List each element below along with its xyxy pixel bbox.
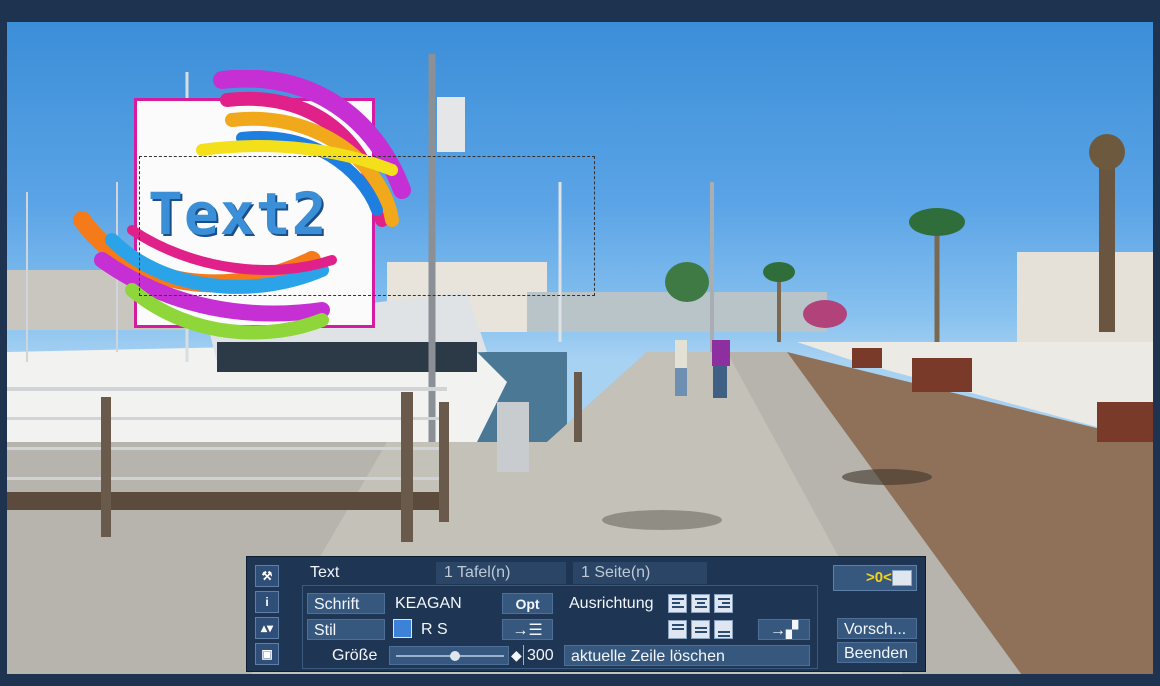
style-value: R S: [421, 621, 448, 638]
options-button[interactable]: Opt: [502, 593, 553, 614]
tab-tafeln[interactable]: 1 Tafel(n): [436, 562, 566, 584]
style-button[interactable]: Stil: [307, 619, 385, 640]
size-label: Größe: [332, 647, 378, 664]
side-toolbar: ⚒ i ▴▾ ▣: [255, 565, 279, 669]
left-frame-bar: [0, 0, 7, 686]
keyboard-button[interactable]: >0<: [833, 565, 917, 591]
size-divider: [523, 645, 524, 665]
alignment-label: Ausrichtung: [569, 595, 654, 612]
font-button[interactable]: Schrift: [307, 593, 385, 614]
indent-arrow-button[interactable]: →☰: [502, 619, 553, 640]
valign-top-icon[interactable]: [668, 620, 687, 639]
info-icon[interactable]: i: [255, 591, 279, 613]
size-value[interactable]: 300: [527, 645, 554, 666]
size-slider-knob[interactable]: [449, 651, 460, 661]
wrench-icon[interactable]: ⚒: [255, 565, 279, 587]
align-right-icon[interactable]: [714, 594, 733, 613]
top-frame-bar: [0, 0, 1160, 22]
valign-middle-icon[interactable]: [691, 620, 710, 639]
title-text[interactable]: Text2: [148, 180, 328, 248]
tab-text[interactable]: Text: [302, 562, 432, 584]
delete-line-button[interactable]: aktuelle Zeile löschen: [564, 645, 810, 666]
bottom-frame-bar: [0, 674, 1160, 686]
preview-button[interactable]: Vorsch...: [837, 618, 917, 639]
valign-bottom-icon[interactable]: [714, 620, 733, 639]
insert-layer-button[interactable]: →▞: [758, 619, 810, 640]
font-value: KEAGAN: [395, 595, 462, 612]
size-slider[interactable]: [389, 646, 509, 665]
square-icon[interactable]: ▣: [255, 643, 279, 665]
align-center-icon[interactable]: [691, 594, 710, 613]
zero-marker: >0<: [866, 569, 892, 586]
style-color-swatch[interactable]: [393, 619, 412, 638]
up-down-triangle-icon[interactable]: ▴▾: [255, 617, 279, 639]
exit-button[interactable]: Beenden: [837, 642, 917, 663]
keyboard-icon: [892, 570, 912, 586]
align-left-icon[interactable]: [668, 594, 687, 613]
title-editor-panel: ⚒ i ▴▾ ▣ Text 1 Tafel(n) 1 Seite(n) Schr…: [246, 556, 926, 672]
right-frame-bar: [1153, 0, 1160, 686]
tab-seiten[interactable]: 1 Seite(n): [573, 562, 707, 584]
size-stepper-icon[interactable]: ◆: [511, 645, 522, 666]
